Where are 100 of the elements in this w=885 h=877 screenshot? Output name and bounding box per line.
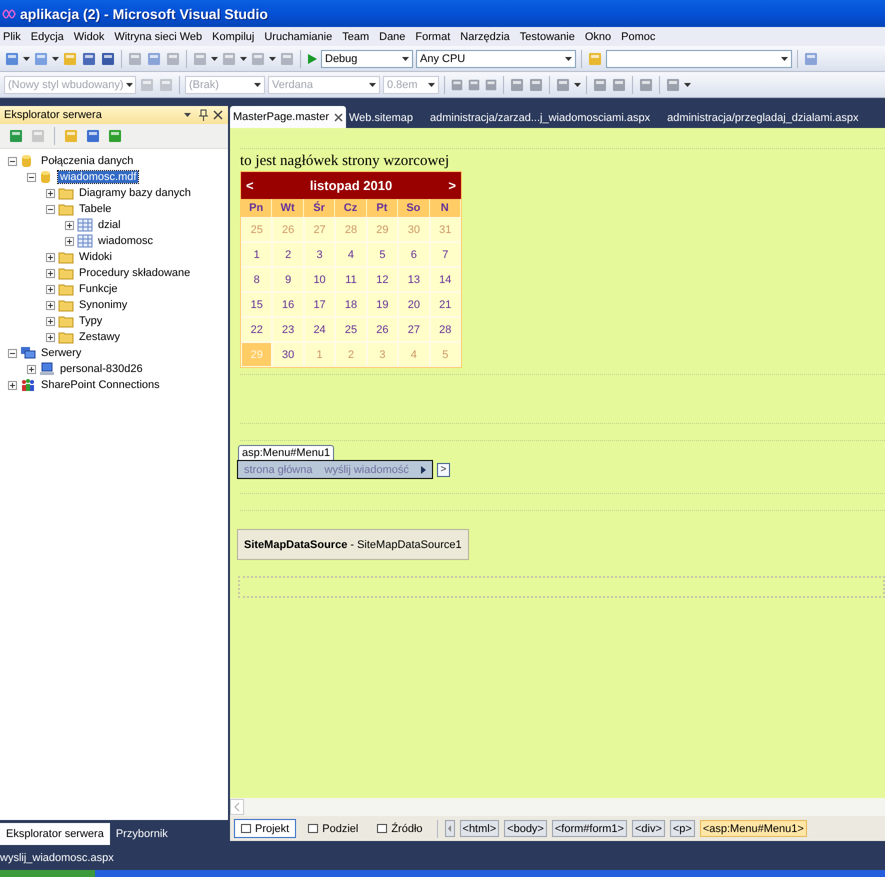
- panel-controls-icon[interactable]: [184, 109, 224, 121]
- dropdown-caret-icon[interactable]: [574, 82, 581, 86]
- dropdown-caret-icon[interactable]: [428, 82, 435, 86]
- calendar-day[interactable]: 5: [366, 242, 398, 267]
- menu-item[interactable]: Widok: [72, 30, 112, 42]
- expand-toggle[interactable]: [8, 380, 17, 390]
- calendar-day[interactable]: 21: [430, 292, 461, 317]
- menu-item[interactable]: Uruchamianie: [263, 30, 340, 42]
- tree-item[interactable]: Widoki: [77, 251, 114, 263]
- menu-item[interactable]: Format: [414, 30, 458, 42]
- expand-toggle[interactable]: [27, 364, 36, 374]
- panel-tab[interactable]: Eksplorator serwera: [0, 823, 110, 845]
- menu-item[interactable]: Witryna sieci Web: [113, 30, 210, 42]
- calendar-day[interactable]: 2: [272, 242, 304, 267]
- tree-item[interactable]: Procedury składowane: [77, 267, 192, 279]
- smart-tag-button[interactable]: >: [436, 462, 450, 476]
- tree-item[interactable]: Typy: [77, 315, 104, 327]
- next-month-link[interactable]: >: [448, 178, 456, 193]
- menu-item[interactable]: Team: [341, 30, 376, 42]
- calendar-day[interactable]: 26: [366, 317, 398, 342]
- tree-item[interactable]: Tabele: [77, 203, 114, 215]
- menu-item[interactable]: Plik: [2, 30, 28, 42]
- expand-toggle[interactable]: [46, 316, 55, 326]
- expand-toggle[interactable]: [46, 252, 55, 262]
- menu-item[interactable]: Edycja: [30, 30, 71, 42]
- previous-month-link[interactable]: <: [246, 178, 254, 193]
- calendar-day[interactable]: 6: [398, 242, 430, 267]
- breadcrumb-tag[interactable]: <div>: [632, 820, 665, 837]
- expand-toggle[interactable]: [46, 300, 55, 310]
- tree-item[interactable]: SharePoint Connections: [39, 379, 162, 391]
- tree-item[interactable]: Połączenia danych: [39, 155, 136, 167]
- calendar-day[interactable]: 16: [272, 292, 304, 317]
- dropdown-caret-icon[interactable]: [781, 56, 788, 60]
- breadcrumb-tag[interactable]: <body>: [504, 820, 547, 837]
- calendar-day[interactable]: 23: [272, 317, 304, 342]
- view-button[interactable]: Projekt: [234, 819, 296, 838]
- menu-item[interactable]: Testowanie: [518, 30, 582, 42]
- expand-toggle[interactable]: [46, 284, 55, 294]
- calendar-day[interactable]: 19: [366, 292, 398, 317]
- calendar-day[interactable]: 28: [430, 317, 461, 342]
- dropdown-caret-icon[interactable]: [684, 82, 691, 86]
- calendar-day[interactable]: 4: [335, 242, 367, 267]
- dropdown-caret-icon[interactable]: [254, 82, 261, 86]
- tree-item[interactable]: dzial: [96, 219, 123, 231]
- tree-item[interactable]: Serwery: [39, 347, 84, 359]
- calendar-day[interactable]: 27: [398, 317, 430, 342]
- scroll-left-icon[interactable]: [444, 820, 455, 837]
- breadcrumb-tag[interactable]: <asp:Menu#Menu1>: [700, 820, 807, 837]
- expand-toggle[interactable]: [46, 332, 55, 342]
- close-icon[interactable]: [334, 112, 343, 122]
- calendar-day[interactable]: 15: [241, 292, 272, 317]
- document-tab[interactable]: Web.sitemap: [346, 108, 427, 128]
- calendar-day[interactable]: 1: [241, 242, 272, 267]
- collapse-toggle[interactable]: [8, 348, 17, 358]
- calendar-day[interactable]: 30: [272, 342, 304, 367]
- configuration-dropdown[interactable]: Debug: [321, 50, 413, 68]
- calendar-day[interactable]: 13: [398, 267, 430, 292]
- dropdown-caret-icon[interactable]: [565, 56, 572, 60]
- calendar-day[interactable]: 17: [304, 292, 336, 317]
- menu-item[interactable]: Okno: [584, 30, 618, 42]
- document-tab[interactable]: MasterPage.master: [230, 106, 346, 128]
- dropdown-caret-icon[interactable]: [240, 56, 247, 60]
- menu-item[interactable]: Pomoc: [620, 30, 662, 42]
- calendar-day[interactable]: 10: [304, 267, 336, 292]
- dropdown-caret-icon[interactable]: [269, 56, 276, 60]
- document-tab[interactable]: administracja/zarzad...j_wiadomosciami.aspx: [426, 108, 664, 128]
- calendar-day[interactable]: 22: [241, 317, 272, 342]
- calendar-day[interactable]: 7: [430, 242, 461, 267]
- expand-toggle[interactable]: [46, 268, 55, 278]
- calendar-day[interactable]: 12: [366, 267, 398, 292]
- tree-item[interactable]: wiadomosc: [96, 235, 156, 247]
- panel-tab[interactable]: Przybornik: [110, 823, 174, 845]
- tree-item[interactable]: wiadomosc.mdf: [58, 171, 138, 183]
- calendar-day[interactable]: 3: [304, 242, 336, 267]
- dropdown-caret-icon[interactable]: [23, 56, 30, 60]
- play-icon[interactable]: [306, 52, 318, 64]
- tree-item[interactable]: Zestawy: [77, 331, 122, 343]
- calendar-day[interactable]: 9: [272, 267, 304, 292]
- view-button[interactable]: Źródło: [370, 819, 430, 838]
- calendar-day[interactable]: 24: [304, 317, 336, 342]
- collapse-toggle[interactable]: [46, 204, 55, 214]
- collapse-toggle[interactable]: [27, 172, 36, 182]
- tree-item[interactable]: personal-830d26: [58, 363, 145, 375]
- platform-dropdown[interactable]: Any CPU: [416, 50, 576, 68]
- dropdown-caret-icon[interactable]: [402, 56, 409, 60]
- menu-item[interactable]: Kompiluj: [211, 30, 262, 42]
- calendar-day[interactable]: 20: [398, 292, 430, 317]
- calendar-day[interactable]: 25: [335, 317, 367, 342]
- dropdown-caret-icon[interactable]: [52, 56, 59, 60]
- dropdown-caret-icon[interactable]: [211, 56, 218, 60]
- dropdown-caret-icon[interactable]: [369, 82, 376, 86]
- breadcrumb-tag[interactable]: <p>: [670, 820, 695, 837]
- collapse-toggle[interactable]: [8, 156, 17, 166]
- calendar-day[interactable]: 14: [430, 267, 461, 292]
- dropdown-caret-icon[interactable]: [126, 82, 133, 86]
- tree-item[interactable]: Synonimy: [77, 299, 130, 311]
- menu-item[interactable]: Dane: [378, 30, 412, 42]
- expand-toggle[interactable]: [65, 236, 74, 246]
- breadcrumb-tag[interactable]: <form#form1>: [552, 820, 627, 837]
- calendar-day[interactable]: 18: [335, 292, 367, 317]
